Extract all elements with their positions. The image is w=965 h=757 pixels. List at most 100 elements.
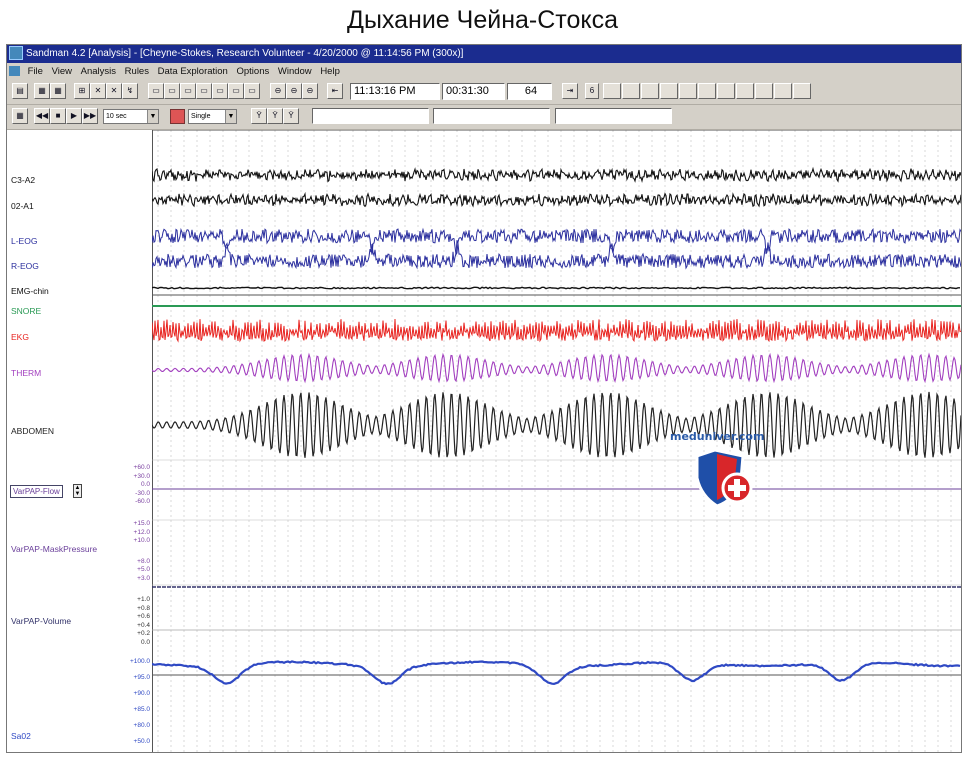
toolbar-playback: ▦ ◀◀ ■ ▶ ▶▶ 10 sec ▼ Single ▼ Ÿ Ÿ Ÿ — [7, 105, 961, 130]
slot-button-11[interactable] — [793, 83, 811, 99]
status-field-1 — [312, 108, 429, 124]
scale-tick: +95.0 — [133, 674, 150, 681]
slot-button-4[interactable] — [660, 83, 678, 99]
event-2-icon[interactable]: ✕ — [90, 83, 106, 99]
volume-scale: +1.0 +0.8 +0.6 +0.4 +0.2 0.0 — [120, 596, 150, 648]
event-1-icon[interactable]: ⊞ — [74, 83, 90, 99]
channel-label-varpap-volume: VarPAP-Volume — [11, 616, 72, 626]
view-3-icon[interactable]: ▭ — [180, 83, 196, 99]
slot-button-5[interactable] — [679, 83, 697, 99]
channel-label-c3-a2: C3-A2 — [11, 175, 36, 185]
slot-button-1[interactable] — [603, 83, 621, 99]
annotation-1-icon[interactable]: Ÿ — [251, 108, 267, 124]
annotation-3-icon[interactable]: Ÿ — [283, 108, 299, 124]
slot-button-9[interactable] — [755, 83, 773, 99]
menu-data-exploration[interactable]: Data Exploration — [155, 63, 231, 80]
menu-bar: File View Analysis Rules Data Exploratio… — [7, 63, 961, 80]
eog-right-trace — [152, 240, 961, 270]
flow-scale: +60.0 +30.0 0.0 -30.0 -60.0 — [120, 464, 150, 507]
chevron-down-icon: ▼ — [225, 110, 236, 123]
channel-label-o2-a1: 02-A1 — [11, 201, 34, 211]
scale-tick: +80.0 — [133, 722, 150, 729]
clock-time-field[interactable]: 11:13:16 PM — [350, 83, 440, 100]
view-5-icon[interactable]: ▭ — [212, 83, 228, 99]
channel-label-emg-chin: EMG-chin — [11, 286, 49, 296]
view-2-icon[interactable]: ▭ — [164, 83, 180, 99]
montage-icon[interactable]: ▦ — [34, 83, 50, 99]
scale-tick: +8.0 — [137, 557, 150, 565]
channel-label-snore: SNORE — [11, 306, 42, 316]
scale-tick: +0.8 — [137, 604, 150, 612]
channel-label-varpap-flow[interactable]: VarPAP-Flow — [10, 485, 63, 498]
stop-icon[interactable]: ■ — [50, 108, 66, 124]
figure-caption: Дыхание Чейна-Стокса — [347, 6, 618, 34]
fast-forward-icon[interactable]: ▶▶ — [82, 108, 98, 124]
window-title: Sandman 4.2 [Analysis] - [Cheyne-Stokes,… — [26, 48, 464, 59]
view-6-icon[interactable]: ▭ — [228, 83, 244, 99]
annotation-2-icon[interactable]: Ÿ — [267, 108, 283, 124]
scale-tick: +100.0 — [129, 658, 150, 665]
view-7-icon[interactable]: ▭ — [244, 83, 260, 99]
slot-button-7[interactable] — [717, 83, 735, 99]
jump-end-icon[interactable]: ⇥ — [562, 83, 578, 99]
scale-tick: +90.0 — [133, 690, 150, 697]
scale-tick: +1.0 — [137, 596, 150, 603]
page-button[interactable]: 6 — [585, 83, 599, 99]
grid-icon[interactable]: ▦ — [12, 108, 28, 124]
scale-tick: +0.2 — [137, 630, 150, 638]
slot-button-2[interactable] — [622, 83, 640, 99]
channel-labels: C3-A2 02-A1 L-EOG R-EOG EMG-chin SNORE E… — [7, 130, 153, 752]
nav-1-icon[interactable]: ⊖ — [270, 83, 286, 99]
scale-tick: +15.0 — [133, 520, 150, 527]
channel-label-ekg: EKG — [11, 332, 29, 342]
slot-button-3[interactable] — [641, 83, 659, 99]
eeg-c3-trace — [152, 166, 961, 184]
menu-rules[interactable]: Rules — [122, 63, 152, 80]
event-3-icon[interactable]: ✕ — [106, 83, 122, 99]
print-icon[interactable]: ▤ — [12, 83, 28, 99]
eeg-o2-trace — [152, 191, 961, 208]
rewind-icon[interactable]: ◀◀ — [34, 108, 50, 124]
color-swatch-icon[interactable] — [170, 109, 185, 124]
menu-window[interactable]: Window — [275, 63, 315, 80]
menu-help[interactable]: Help — [317, 63, 343, 80]
watermark-logo: meduniver.com — [670, 430, 790, 520]
app-window: Sandman 4.2 [Analysis] - [Cheyne-Stokes,… — [6, 44, 962, 753]
menu-view[interactable]: View — [49, 63, 75, 80]
nav-2-icon[interactable]: ⊖ — [286, 83, 302, 99]
scale-tick: +10.0 — [133, 537, 150, 545]
scale-tick: 0.0 — [140, 481, 150, 489]
view-1-icon[interactable]: ▭ — [148, 83, 164, 99]
mode-select[interactable]: Single ▼ — [188, 109, 237, 124]
jump-start-icon[interactable]: ⇤ — [327, 83, 343, 99]
scale-tick: +85.0 — [133, 706, 150, 713]
slot-button-10[interactable] — [774, 83, 792, 99]
play-icon[interactable]: ▶ — [66, 108, 82, 124]
view-4-icon[interactable]: ▭ — [196, 83, 212, 99]
menu-options[interactable]: Options — [233, 63, 272, 80]
scale-tick: +30.0 — [133, 472, 150, 480]
spinner-icon[interactable]: ▲ ▼ — [73, 484, 82, 498]
status-field-2 — [433, 108, 550, 124]
menu-analysis[interactable]: Analysis — [78, 63, 119, 80]
scale-tick: +5.0 — [137, 566, 150, 574]
toolbar-main: ▤ ▦ ▦ ⊞ ✕ ✕ ↯ ▭ ▭ ▭ ▭ ▭ ▭ ▭ ⊖ ⊖ ⊖ ⇤ 11:1… — [7, 80, 961, 105]
document-icon — [9, 66, 20, 77]
slot-button-6[interactable] — [698, 83, 716, 99]
ekg-trace — [152, 318, 961, 343]
watermark-text: meduniver.com — [670, 430, 765, 443]
event-4-icon[interactable]: ↯ — [122, 83, 138, 99]
scale-tick: +12.0 — [133, 528, 150, 536]
timebase-select[interactable]: 10 sec ▼ — [103, 109, 159, 124]
nav-3-icon[interactable]: ⊖ — [302, 83, 318, 99]
slot-button-8[interactable] — [736, 83, 754, 99]
abdomen-trace — [152, 391, 961, 458]
montage-2-icon[interactable]: ▦ — [50, 83, 66, 99]
epoch-field[interactable]: 64 — [507, 83, 552, 100]
shield-icon — [695, 448, 753, 508]
channel-label-l-eog: L-EOG — [11, 236, 38, 246]
menu-file[interactable]: File — [25, 63, 46, 80]
channel-label-r-eog: R-EOG — [11, 261, 39, 271]
elapsed-time-field[interactable]: 00:31:30 — [442, 83, 505, 100]
scale-tick: -30.0 — [135, 489, 150, 497]
